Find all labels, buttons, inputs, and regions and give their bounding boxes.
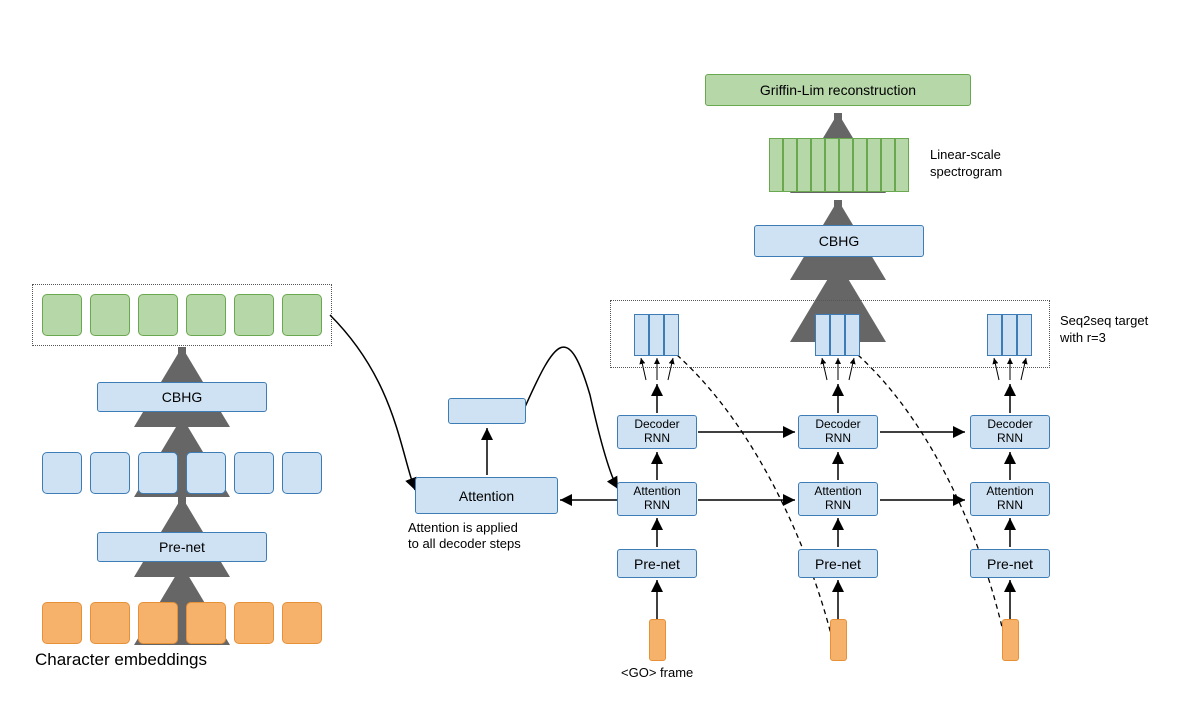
decoder-input-bar-2: [830, 619, 847, 661]
encoder-output-cell: [282, 294, 322, 336]
char-embed-cell: [282, 602, 322, 644]
char-embed-cell: [234, 602, 274, 644]
encoder-output-cell: [186, 294, 226, 336]
griffin-lim-label: Griffin-Lim reconstruction: [760, 82, 916, 98]
griffin-lim-box: Griffin-Lim reconstruction: [705, 74, 971, 106]
encoder-output-cell: [42, 294, 82, 336]
encoder-hidden-cell: [282, 452, 322, 494]
attention-note: Attention is appliedto all decoder steps: [408, 520, 521, 553]
decoder-input-bar-3: [1002, 619, 1019, 661]
spectrogram-label: Linear-scalespectrogram: [930, 147, 1002, 181]
encoder-output-cell: [90, 294, 130, 336]
encoder-cbhg-box: CBHG: [97, 382, 267, 412]
seq2seq-target-dotted-box: [610, 300, 1050, 368]
decoder-prenet-1: Pre-net: [617, 549, 697, 578]
postnet-cbhg-box: CBHG: [754, 225, 924, 257]
encoder-hidden-cell: [42, 452, 82, 494]
decoder-prenet-2: Pre-net: [798, 549, 878, 578]
encoder-cbhg-label: CBHG: [162, 389, 202, 405]
attention-rnn-3: AttentionRNN: [970, 482, 1050, 516]
char-embed-cell: [90, 602, 130, 644]
encoder-hidden-cell: [90, 452, 130, 494]
postnet-cbhg-label: CBHG: [819, 233, 859, 249]
encoder-hidden-cell: [234, 452, 274, 494]
encoder-output-cell: [138, 294, 178, 336]
attention-box: Attention: [415, 477, 558, 514]
seq2seq-label: Seq2seq targetwith r=3: [1060, 313, 1148, 347]
char-embeddings-label: Character embeddings: [35, 650, 207, 670]
encoder-hidden-cell: [186, 452, 226, 494]
go-frame-label: <GO> frame: [621, 665, 693, 680]
char-embed-cell: [138, 602, 178, 644]
char-embed-cell: [42, 602, 82, 644]
decoder-rnn-1: DecoderRNN: [617, 415, 697, 449]
go-frame-bar: [649, 619, 666, 661]
encoder-prenet-label: Pre-net: [159, 539, 205, 555]
decoder-rnn-3: DecoderRNN: [970, 415, 1050, 449]
context-vector-box: [448, 398, 526, 424]
attention-label: Attention: [459, 488, 514, 504]
decoder-prenet-3: Pre-net: [970, 549, 1050, 578]
attention-rnn-2: AttentionRNN: [798, 482, 878, 516]
char-embed-cell: [186, 602, 226, 644]
encoder-prenet-box: Pre-net: [97, 532, 267, 562]
encoder-output-cell: [234, 294, 274, 336]
attention-rnn-1: AttentionRNN: [617, 482, 697, 516]
encoder-hidden-cell: [138, 452, 178, 494]
decoder-rnn-2: DecoderRNN: [798, 415, 878, 449]
